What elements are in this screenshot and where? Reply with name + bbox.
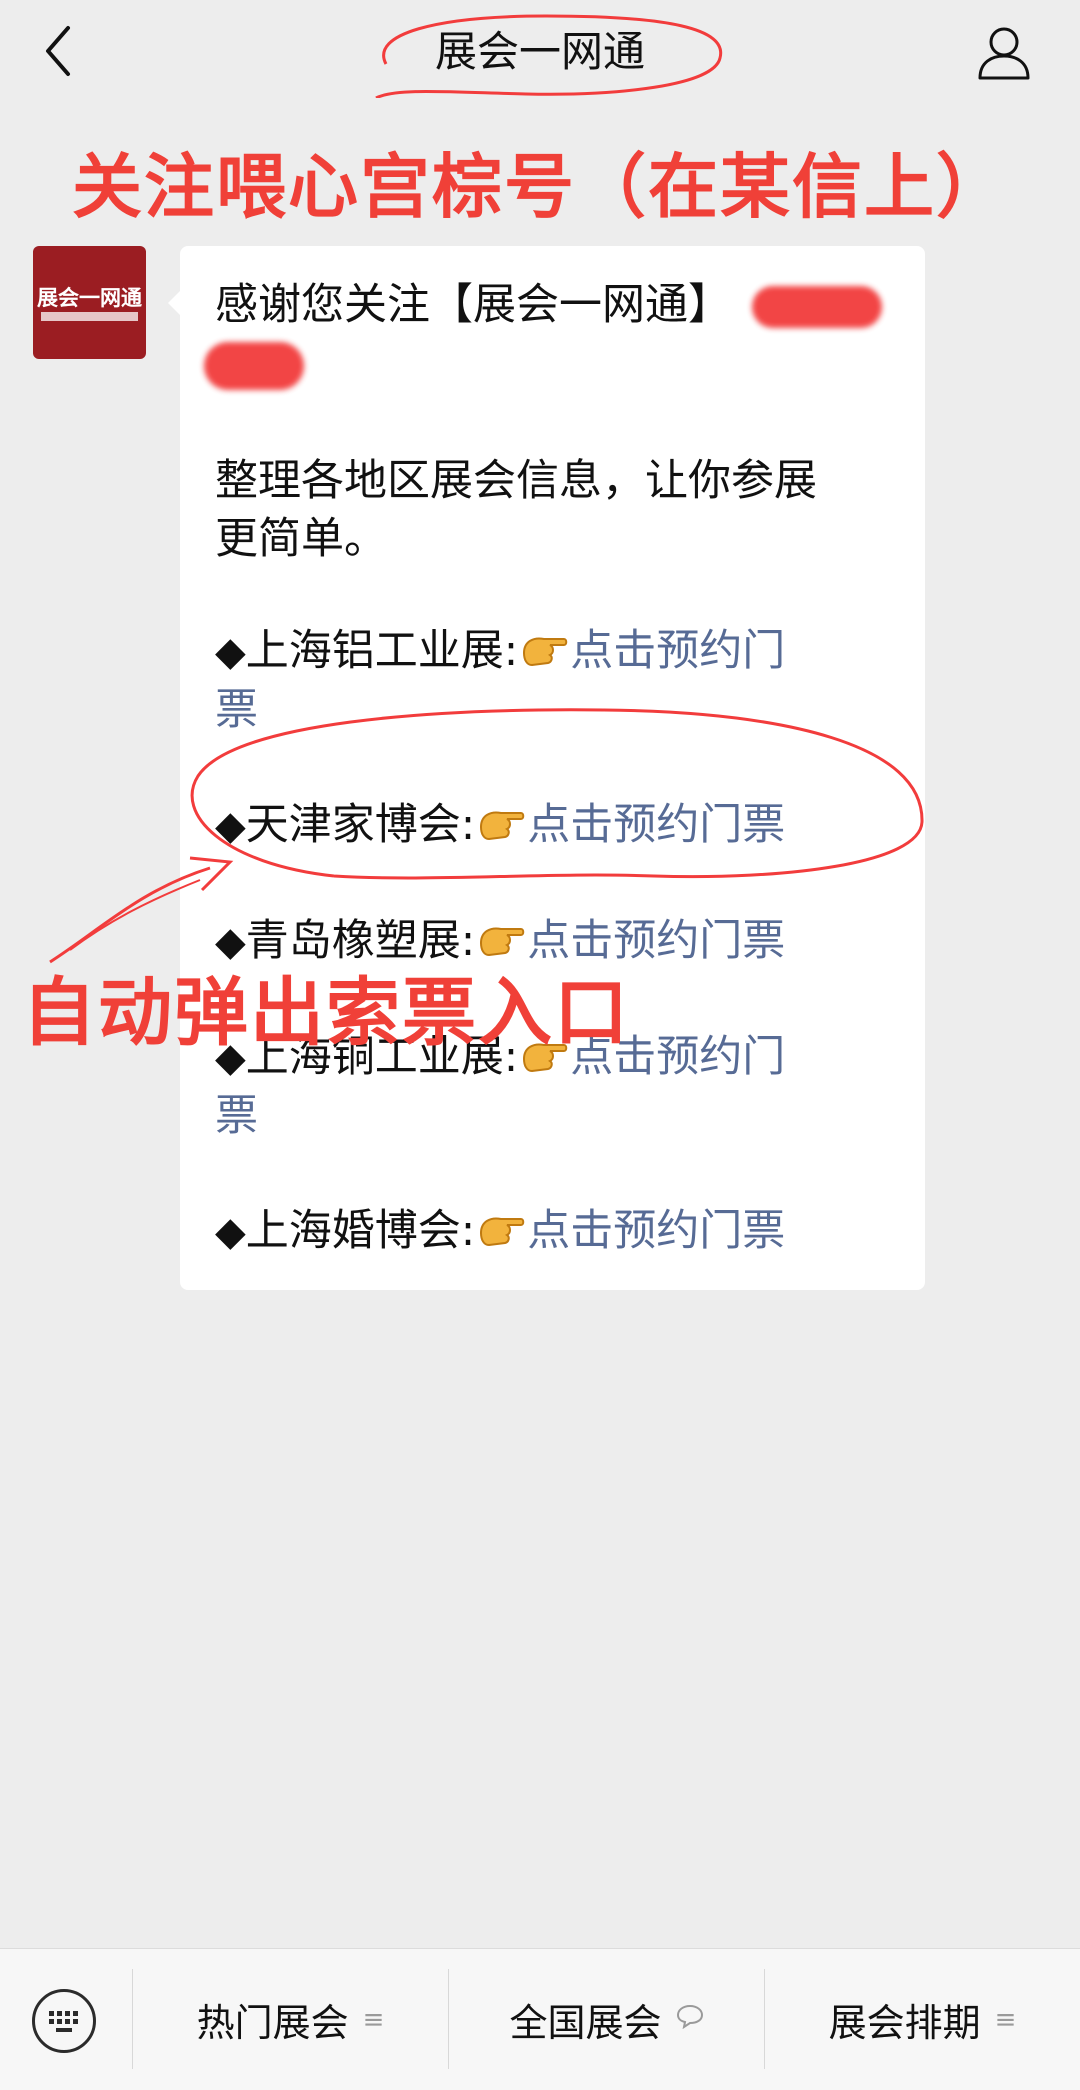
ticket-link-wrap[interactable]: 票 bbox=[215, 1087, 785, 1145]
pointing-hand-icon bbox=[480, 1217, 525, 1246]
intro-text: 整理各地区展会信息，让你参展 更简单。 bbox=[215, 456, 817, 564]
annotation-auto-popup: 自动弹出索票入口 bbox=[22, 970, 630, 1056]
list-item: ◆上海婚博会: 点击预约门票 bbox=[215, 1206, 786, 1256]
avatar-logo-strip bbox=[41, 312, 138, 321]
menu-item-label: 展会排期 bbox=[828, 2001, 981, 2045]
pointing-hand-icon bbox=[480, 927, 525, 956]
keyboard-toggle-button[interactable] bbox=[0, 1949, 132, 2090]
menu-lines-icon: ≡ bbox=[362, 2004, 385, 2035]
menu-item-label: 全国展会 bbox=[509, 2001, 662, 2045]
arrow-annotation bbox=[49, 856, 234, 964]
ticket-link[interactable]: 点击预约门票 bbox=[527, 916, 785, 966]
ticket-link[interactable]: 点击预约门票 bbox=[527, 1206, 785, 1256]
menu-item-expo-schedule[interactable]: 展会排期 ≡ bbox=[765, 1949, 1080, 2090]
avatar[interactable]: 展会一网通 bbox=[33, 246, 146, 359]
bottom-menu: 热门展会 ≡ 全国展会 展会排期 ≡ bbox=[0, 1948, 1080, 2090]
ticket-link[interactable]: 点击预约门 bbox=[570, 626, 785, 676]
user-icon[interactable] bbox=[972, 20, 1036, 84]
pointing-hand-icon bbox=[523, 637, 568, 666]
menu-item-hot-expos[interactable]: 热门展会 ≡ bbox=[133, 1949, 448, 2090]
list-item: ◆青岛橡塑展: 点击预约门票 bbox=[215, 916, 786, 966]
redaction-mark bbox=[752, 286, 882, 328]
keyboard-keys bbox=[49, 2011, 78, 2032]
annotation-follow-account: 关注喂心宫棕号（在某信上） bbox=[72, 146, 1008, 228]
keyboard-icon bbox=[32, 1989, 96, 2053]
top-bar: 展会一网通 bbox=[0, 0, 1080, 110]
menu-item-national-expos[interactable]: 全国展会 bbox=[449, 1949, 764, 2090]
highlight-oval-annotation bbox=[190, 708, 924, 880]
title-circle-annotation bbox=[375, 14, 723, 98]
greeting-text: 感谢您关注【展会一网通】 bbox=[215, 280, 731, 330]
menu-item-label: 热门展会 bbox=[196, 2001, 349, 2045]
chat-bubble-icon bbox=[676, 2003, 704, 2036]
avatar-logo-text: 展会一网通 bbox=[37, 286, 142, 310]
redaction-mark bbox=[204, 342, 304, 390]
menu-lines-icon: ≡ bbox=[994, 2004, 1017, 2035]
